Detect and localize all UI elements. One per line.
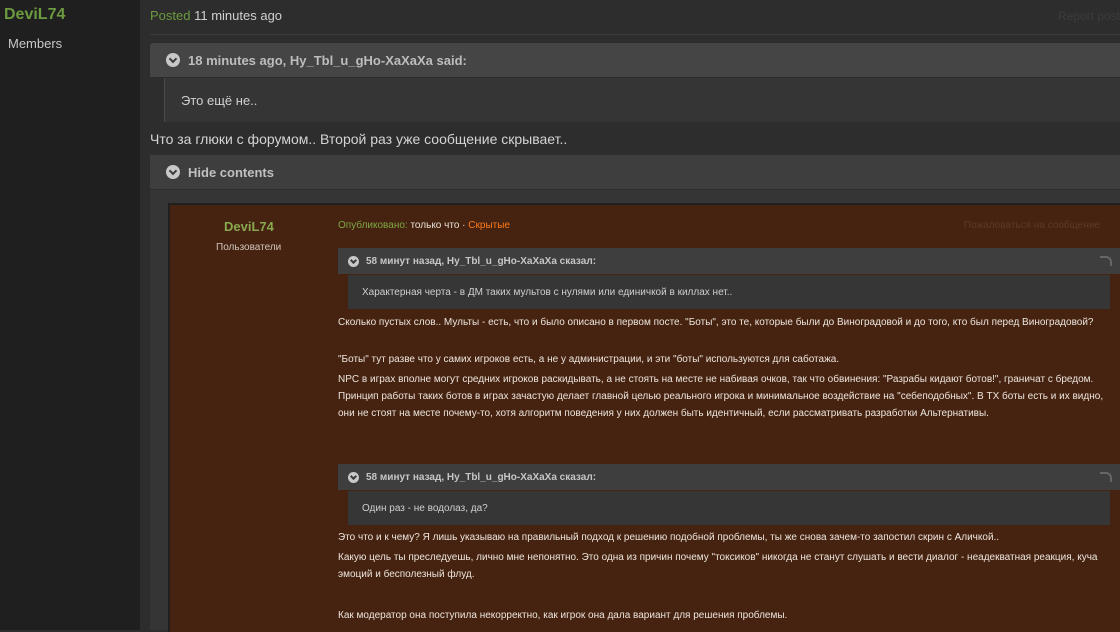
quote-text: Это ещё не..	[181, 92, 258, 108]
embedded-quote-header: 58 минут назад, Ну_Tbl_u_gHo-XaXaXa сказ…	[338, 464, 1120, 490]
embedded-paragraph: "Боты" тут разве что у самих игроков ест…	[338, 354, 840, 365]
embedded-quote-body: Характерная черта - в ДМ таких мультов с…	[348, 275, 1110, 309]
embedded-screenshot: DeviL74 Пользователи Опубликовано: тольк…	[168, 203, 1120, 632]
share-icon	[1100, 472, 1112, 482]
embedded-posted-row: Опубликовано: только что · Скрытые	[338, 220, 510, 231]
chevron-down-icon	[348, 471, 359, 483]
embedded-paragraph: Как модератор она поступила некорректно,…	[338, 610, 788, 621]
author-group: Members	[8, 36, 63, 51]
embedded-author-group: Пользователи	[216, 242, 282, 253]
chevron-down-icon	[348, 255, 359, 267]
chevron-down-icon[interactable]	[166, 165, 180, 179]
embedded-paragraph: Какую цель ты преследуешь, лично мне неп…	[338, 552, 1098, 580]
divider	[150, 34, 1120, 35]
posted-time[interactable]: 11 minutes ago	[194, 8, 282, 23]
quote-citation: 18 minutes ago, Ну_Tbl_u_gHo-XaXaXa said…	[188, 52, 467, 68]
embedded-quote-citation: 58 минут назад, Ну_Tbl_u_gHo-XaXaXa сказ…	[366, 471, 597, 483]
embedded-paragraph: Сколько пустых слов.. Мульты - есть, что…	[338, 317, 1094, 328]
embedded-paragraph: NPC в играх вполне могут средних игроков…	[338, 374, 1104, 419]
author-name[interactable]: DeviL74	[4, 6, 65, 24]
embedded-quote-header: 58 минут назад, Ну_Tbl_u_gHo-XaXaXa сказ…	[338, 248, 1120, 274]
post-text: Что за глюки с форумом.. Второй раз уже …	[150, 131, 568, 147]
posted-label: Posted	[150, 8, 191, 23]
quote-body: Это ещё не..	[164, 78, 1120, 122]
posted-row: Posted 11 minutes ago	[150, 8, 282, 23]
embedded-posted-label: Опубликовано:	[338, 220, 408, 231]
embedded-report-link: Пожаловаться на сообщение	[963, 220, 1100, 231]
embedded-quote-citation: 58 минут назад, Ну_Tbl_u_gHo-XaXaXa сказ…	[366, 255, 597, 267]
spoiler-toggle[interactable]: Hide contents	[150, 155, 1120, 189]
author-column: DeviL74 Members	[0, 0, 140, 630]
embedded-quote-text: Характерная черта - в ДМ таких мультов с…	[362, 286, 733, 298]
embedded-separator: ·	[462, 220, 466, 231]
embedded-quote-body: Один раз - не водолаз, да?	[348, 491, 1110, 525]
spoiler-label: Hide contents	[188, 164, 274, 180]
chevron-down-icon[interactable]	[166, 53, 180, 67]
share-icon	[1100, 256, 1112, 266]
post-main: Posted 11 minutes ago Report post 18 min…	[140, 0, 1120, 632]
embedded-paragraph: Это что и к чему? Я лишь указываю на пра…	[338, 532, 1000, 543]
embedded-author-name: DeviL74	[224, 219, 274, 234]
embedded-quote-text: Один раз - не водолаз, да?	[362, 502, 488, 514]
embedded-hidden-label: Скрытые	[468, 220, 510, 231]
embedded-posted-time: только что	[410, 220, 460, 231]
report-post-link[interactable]: Report post	[1058, 9, 1120, 23]
quote-header[interactable]: 18 minutes ago, Ну_Tbl_u_gHo-XaXaXa said…	[150, 43, 1120, 77]
